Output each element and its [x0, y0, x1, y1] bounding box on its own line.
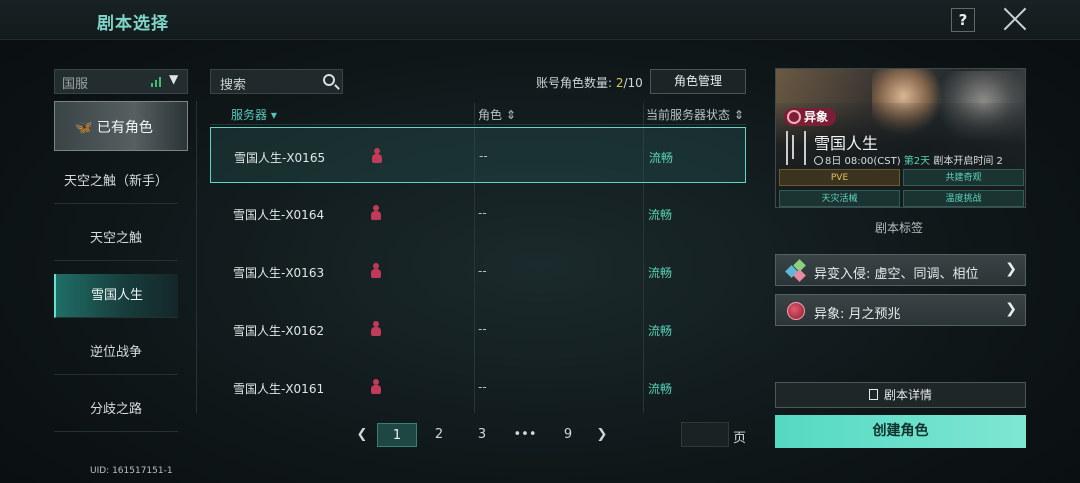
table-row[interactable]: 雪国人生-X0163 -- 流畅 [210, 243, 746, 299]
row-status: 流畅 [648, 382, 673, 396]
anomaly-badge: 异象 [784, 108, 837, 126]
scenario-emblem-icon [786, 131, 806, 165]
chevron-right-icon: ❯ [1005, 261, 1017, 277]
scenario-open-text: 剧本开启时间 2 [933, 156, 1003, 167]
row-role: -- [478, 264, 487, 278]
account-role-count-current: 2 [615, 76, 624, 90]
page-ellipsis: ••• [513, 427, 537, 442]
sidebar-divider [196, 101, 197, 413]
scenario-card: 异象 雪国人生 8日 08:00(CST) 第2天 剧本开启时间 2 PVE 共… [775, 68, 1026, 208]
row-role: -- [479, 149, 488, 163]
row-server: 雪国人生-X0163 [233, 266, 325, 280]
row-server: 雪国人生-X0165 [234, 151, 326, 165]
sidebar-item-reverse-war[interactable]: 逆位战争 [54, 331, 178, 375]
scenario-details-button[interactable]: 剧本详情 [775, 382, 1026, 408]
account-role-count: 账号角色数量: 2/10 [536, 74, 643, 91]
tag-wonder: 共建奇观 [903, 169, 1024, 186]
page-button-2[interactable]: 2 [425, 423, 453, 447]
column-header-server[interactable]: 服务器 ▾ [231, 106, 277, 123]
signal-icon [151, 76, 165, 87]
page-button-1[interactable]: 1 [377, 423, 417, 447]
tag-pve: PVE [779, 169, 900, 186]
moon-omen-icon [787, 302, 805, 320]
close-icon[interactable] [1002, 6, 1028, 32]
help-button[interactable]: ? [951, 8, 975, 32]
character-icon [371, 148, 383, 163]
search-icon[interactable] [323, 74, 335, 86]
sidebar-item-divergent-path[interactable]: 分歧之路 [54, 388, 178, 432]
scenario-tags-title: 剧本标签 [875, 221, 924, 235]
search-input[interactable]: 搜索 [210, 69, 343, 94]
row-server: 雪国人生-X0164 [233, 208, 325, 222]
scenario-name: 雪国人生 [814, 134, 879, 153]
page-suffix-label: 页 [733, 431, 747, 446]
scenario-details-label: 剧本详情 [883, 388, 932, 402]
character-icon [370, 379, 382, 394]
table-header: 服务器 ▾ 角色 ⇕ 当前服务器状态 ⇕ [210, 103, 746, 125]
page-button-3[interactable]: 3 [468, 423, 496, 447]
row-role: -- [478, 206, 487, 220]
search-placeholder: 搜索 [220, 78, 247, 93]
character-management-button[interactable]: 角色管理 [650, 69, 746, 94]
region-label: 国服 [62, 77, 89, 92]
mutation-icon [785, 259, 806, 282]
table-row[interactable]: 雪国人生-X0165 -- 流畅 [210, 127, 746, 183]
uid-label: UID: 161517151-1 [90, 466, 173, 476]
scenario-time: 8日 08:00(CST) 第2天 剧本开启时间 2 [814, 152, 1003, 167]
create-character-button[interactable]: 创建角色 [775, 415, 1026, 448]
page-number-input[interactable] [681, 422, 729, 447]
tag-temperature: 温度挑战 [903, 190, 1024, 207]
row-server: 雪国人生-X0162 [233, 324, 325, 338]
row-status: 流畅 [649, 151, 674, 165]
chevron-down-icon: ▼ [169, 72, 179, 86]
next-page-button[interactable]: ❯ [592, 423, 612, 447]
row-status: 流畅 [648, 208, 673, 222]
character-icon [370, 321, 382, 336]
prev-page-button[interactable]: ❮ [352, 423, 372, 447]
sidebar-item-sky-touch-novice[interactable]: 天空之触（新手） [54, 160, 178, 204]
account-role-count-label: 账号角色数量: [536, 76, 616, 90]
row-role: -- [478, 322, 487, 336]
owned-characters-label: 已有角色 [96, 120, 153, 136]
butterfly-icon: 🦋 [75, 120, 93, 136]
tag-calamity: 天灾活械 [779, 190, 900, 207]
table-row[interactable]: 雪国人生-X0164 -- 流畅 [210, 185, 746, 241]
page-title: 剧本选择 [97, 14, 169, 34]
column-header-status[interactable]: 当前服务器状态 ⇕ [646, 106, 744, 123]
account-role-count-max: /10 [623, 76, 643, 90]
clock-icon [814, 156, 823, 165]
scenario-time-date: 8日 08:00(CST) [825, 156, 901, 167]
document-icon [868, 389, 878, 400]
scenario-day: 第2天 [903, 156, 931, 167]
sidebar-item-snow-country-life[interactable]: 雪国人生 [54, 274, 178, 318]
character-icon [370, 263, 382, 278]
mutation-invasion-label: 异变入侵: 虚空、同调、相位 [814, 267, 979, 282]
sidebar-item-sky-touch[interactable]: 天空之触 [54, 217, 178, 261]
owned-characters-button[interactable]: 🦋 已有角色 [54, 101, 188, 151]
chevron-right-icon: ❯ [1005, 301, 1017, 317]
character-icon [370, 205, 382, 220]
row-status: 流畅 [648, 324, 673, 338]
region-select[interactable]: 国服 ▼ [54, 69, 188, 94]
page-button-9[interactable]: 9 [554, 423, 582, 447]
phenomenon-link[interactable]: 异象: 月之预兆 ❯ [775, 294, 1026, 326]
anomaly-icon [787, 110, 801, 124]
column-header-role[interactable]: 角色 ⇕ [478, 106, 516, 123]
table-row[interactable]: 雪国人生-X0161 -- 流畅 [210, 359, 746, 415]
anomaly-badge-label: 异象 [804, 110, 829, 124]
row-status: 流畅 [648, 266, 673, 280]
row-server: 雪国人生-X0161 [233, 382, 325, 396]
row-role: -- [478, 380, 487, 394]
phenomenon-label: 异象: 月之预兆 [814, 307, 901, 322]
table-row[interactable]: 雪国人生-X0162 -- 流畅 [210, 301, 746, 357]
mutation-invasion-link[interactable]: 异变入侵: 虚空、同调、相位 ❯ [775, 254, 1026, 286]
